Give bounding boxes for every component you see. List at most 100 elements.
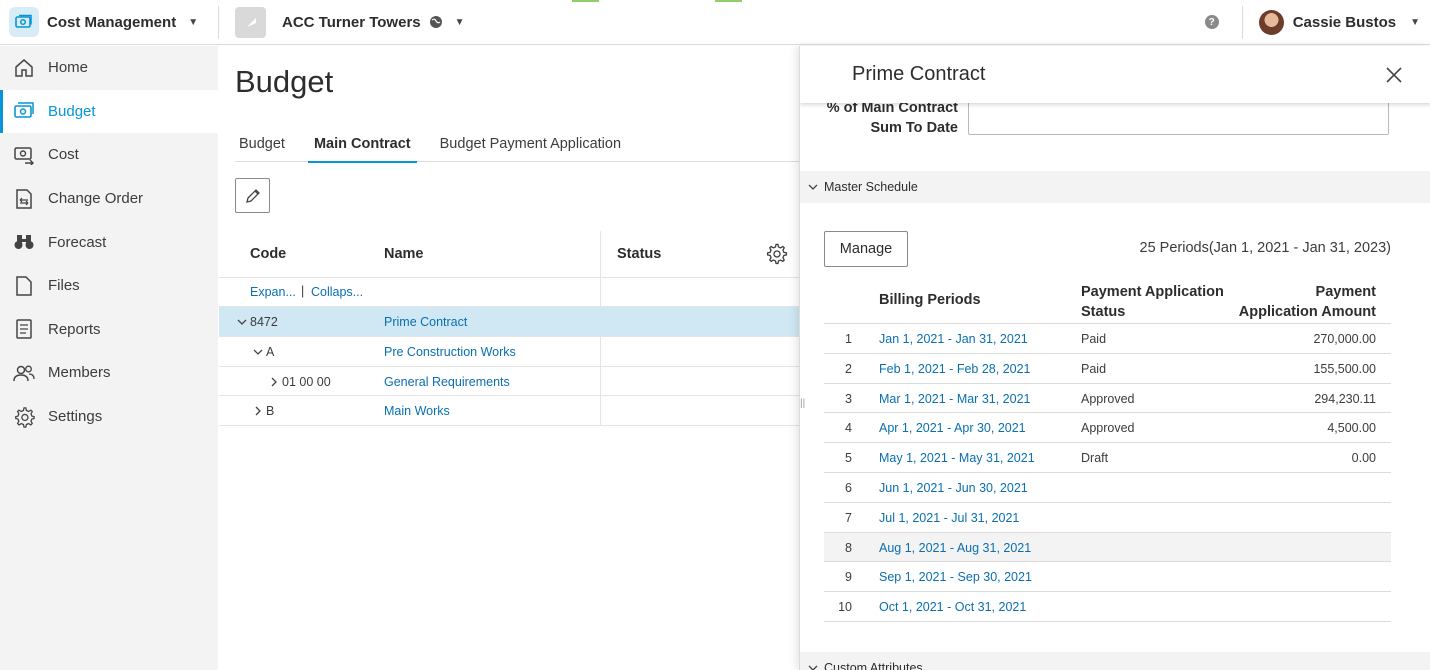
- main-content: Budget Budget Main Contract Budget Payme…: [219, 46, 800, 670]
- divider: [218, 6, 219, 39]
- table-row[interactable]: 6 Jun 1, 2021 - Jun 30, 2021: [824, 473, 1391, 503]
- sidebar-item-files[interactable]: Files: [0, 264, 218, 308]
- billing-period-link[interactable]: May 1, 2021 - May 31, 2021: [879, 451, 1035, 465]
- row-number: 5: [845, 451, 852, 466]
- code-value: B: [266, 404, 275, 419]
- row-name-link[interactable]: General Requirements: [384, 375, 510, 389]
- panel-title: Prime Contract: [852, 63, 986, 85]
- column-header-name[interactable]: Name: [384, 246, 424, 262]
- chevron-down-icon: ▼: [454, 16, 465, 28]
- billing-period-link[interactable]: Jul 1, 2021 - Jul 31, 2021: [879, 511, 1019, 525]
- payment-amount: 270,000.00: [1313, 332, 1376, 346]
- close-icon[interactable]: [1385, 66, 1403, 84]
- sidebar-item-forecast[interactable]: Forecast: [0, 220, 218, 264]
- edit-button[interactable]: [235, 178, 270, 213]
- user-name[interactable]: Cassie Bustos: [1293, 14, 1396, 31]
- sidebar-item-label: Budget: [48, 102, 96, 120]
- master-schedule-section-toggle[interactable]: Master Schedule: [800, 171, 1430, 203]
- field-label: % of Main Contract Sum To Date: [826, 100, 958, 136]
- row-name-link[interactable]: Prime Contract: [384, 315, 467, 329]
- billing-period-link[interactable]: Jun 1, 2021 - Jun 30, 2021: [879, 481, 1028, 495]
- sidebar-item-reports[interactable]: Reports: [0, 308, 218, 352]
- billing-period-link[interactable]: Sep 1, 2021 - Sep 30, 2021: [879, 570, 1032, 584]
- row-name-link[interactable]: Pre Construction Works: [384, 345, 516, 359]
- chevron-right-icon[interactable]: [269, 377, 279, 387]
- column-header-status[interactable]: Status: [617, 246, 661, 262]
- row-number: 10: [838, 600, 852, 615]
- row-number: 4: [845, 421, 852, 436]
- table-row[interactable]: 1 Jan 1, 2021 - Jan 31, 2021 Paid 270,000.0…: [824, 324, 1391, 354]
- prime-contract-panel: Prime Contract % of Main Contract Sum To…: [799, 46, 1430, 670]
- resize-handle[interactable]: ||: [800, 398, 805, 409]
- tab-budget[interactable]: Budget: [235, 136, 289, 162]
- row-number: 7: [845, 510, 852, 525]
- chevron-right-icon[interactable]: [253, 406, 263, 416]
- table-row[interactable]: 8 Aug 1, 2021 - Aug 31, 2021: [824, 532, 1391, 563]
- code-value: 8472: [250, 315, 278, 329]
- binoculars-icon: [13, 231, 35, 253]
- table-row[interactable]: 2 Feb 1, 2021 - Feb 28, 2021 Paid 155,500.0…: [824, 354, 1391, 384]
- divider: [1241, 5, 1243, 39]
- payment-status: Approved: [1081, 421, 1135, 436]
- tab-main-contract[interactable]: Main Contract: [307, 136, 417, 163]
- globe-icon: [429, 16, 442, 28]
- table-row[interactable]: 10 Oct 1, 2021 - Oct 31, 2021: [824, 592, 1391, 622]
- chevron-down-icon: ▼: [188, 16, 199, 28]
- app-title: Cost Management: [47, 13, 177, 31]
- panel-header: Prime Contract: [800, 46, 1430, 103]
- sidebar-item-label: Change Order: [48, 190, 144, 208]
- file-icon: [13, 275, 35, 297]
- table-row[interactable]: B Main Works: [219, 396, 800, 427]
- table-row[interactable]: 01 00 00 General Requirements: [219, 367, 800, 397]
- table-row[interactable]: 3 Mar 1, 2021 - Mar 31, 2021 Approved 294,2…: [824, 384, 1391, 414]
- custom-attributes-section-toggle[interactable]: Custom Attributes: [800, 652, 1430, 670]
- table-row[interactable]: 7 Jul 1, 2021 - Jul 31, 2021: [824, 503, 1391, 533]
- sidebar-item-change-order[interactable]: Change Order: [0, 177, 218, 221]
- chevron-down-icon[interactable]: [253, 347, 263, 357]
- sidebar-item-cost[interactable]: Cost: [0, 133, 218, 177]
- row-number: 6: [845, 480, 852, 495]
- tab-budget-payment-application[interactable]: Budget Payment Application: [436, 136, 625, 162]
- help-icon[interactable]: ?: [1204, 15, 1219, 29]
- sidebar-item-home[interactable]: Home: [0, 46, 218, 90]
- table-row[interactable]: 8472 Prime Contract: [219, 307, 800, 337]
- app-switcher[interactable]: Cost Management ▼: [9, 6, 198, 38]
- sidebar-item-label: Home: [48, 59, 89, 77]
- row-name-link[interactable]: Main Works: [384, 404, 450, 418]
- grid-header: Code Name Status: [219, 231, 800, 278]
- header-line: Payment: [1315, 284, 1376, 300]
- gear-icon[interactable]: [766, 243, 788, 265]
- billing-period-link[interactable]: Apr 1, 2021 - Apr 30, 2021: [879, 421, 1026, 435]
- sidebar-item-budget[interactable]: Budget: [0, 89, 218, 134]
- chevron-down-icon[interactable]: [237, 317, 247, 327]
- column-header-code[interactable]: Code: [250, 246, 286, 262]
- table-row[interactable]: 5 May 1, 2021 - May 31, 2021 Draft 0.00: [824, 443, 1391, 473]
- row-number: 2: [845, 361, 852, 376]
- avatar[interactable]: [1258, 9, 1284, 35]
- payment-amount: 294,230.11: [1314, 391, 1376, 406]
- payment-status: Paid: [1081, 361, 1107, 376]
- sidebar-item-label: Files: [48, 277, 80, 295]
- chevron-down-icon[interactable]: ▼: [1410, 17, 1420, 28]
- table-row[interactable]: A Pre Construction Works: [219, 337, 800, 367]
- billing-period-link[interactable]: Mar 1, 2021 - Mar 31, 2021: [879, 392, 1030, 406]
- billing-period-link[interactable]: Jan 1, 2021 - Jan 31, 2021: [879, 332, 1028, 346]
- billing-period-link[interactable]: Aug 1, 2021 - Aug 31, 2021: [879, 541, 1031, 555]
- payment-amount: 155,500.00: [1313, 361, 1376, 376]
- main-contract-sum-field[interactable]: [968, 100, 1389, 135]
- header-line: Status: [1081, 304, 1126, 320]
- sidebar-item-members[interactable]: Members: [0, 351, 218, 395]
- sidebar-item-settings[interactable]: Settings: [0, 395, 218, 439]
- billing-period-link[interactable]: Oct 1, 2021 - Oct 31, 2021: [879, 600, 1026, 614]
- table-row[interactable]: 9 Sep 1, 2021 - Sep 30, 2021: [824, 562, 1391, 593]
- billing-period-link[interactable]: Feb 1, 2021 - Feb 28, 2021: [879, 362, 1031, 376]
- collapse-all-link[interactable]: Collaps...: [311, 285, 363, 299]
- table-row[interactable]: 4 Apr 1, 2021 - Apr 30, 2021 Approved 4,500…: [824, 413, 1391, 444]
- master-schedule-table: Billing Periods Payment Application Stat…: [824, 276, 1391, 622]
- page-title: Budget: [235, 64, 334, 99]
- payment-status: Draft: [1081, 451, 1109, 466]
- expand-all-link[interactable]: Expan...: [250, 285, 296, 299]
- column-header-billing-periods: Billing Periods: [879, 292, 981, 308]
- manage-button[interactable]: Manage: [824, 231, 908, 267]
- project-switcher[interactable]: ACC Turner Towers ▼: [235, 6, 465, 38]
